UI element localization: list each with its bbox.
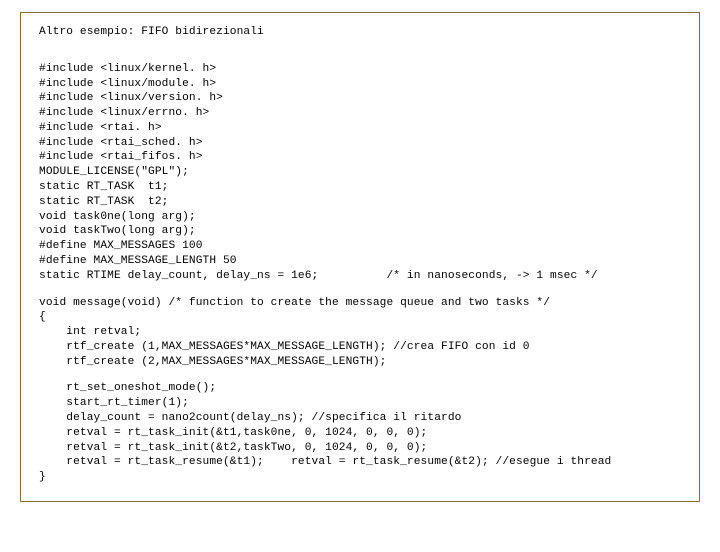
code-block-function-start: void message(void) /* function to create…: [39, 296, 681, 370]
spacer: [39, 284, 681, 296]
spacer: [39, 369, 681, 381]
code-block-includes: #include <linux/kernel. h> #include <lin…: [39, 62, 681, 284]
spacer: [39, 50, 681, 62]
code-block-function-body: rt_set_oneshot_mode(); start_rt_timer(1)…: [39, 381, 681, 484]
example-title: Altro esempio: FIFO bidirezionali: [39, 25, 681, 40]
code-document: Altro esempio: FIFO bidirezionali #inclu…: [20, 12, 700, 502]
